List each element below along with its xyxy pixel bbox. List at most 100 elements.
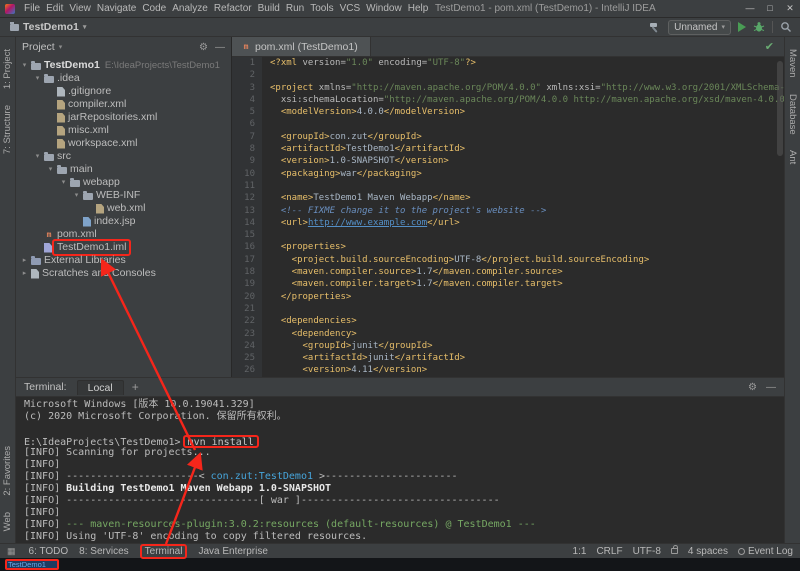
status-utf-8[interactable]: UTF-8 [633, 546, 661, 557]
tree-item-testdemo1-iml[interactable]: TestDemo1.iml [16, 241, 231, 254]
line-number: 26 [232, 364, 262, 376]
tree-item-external-libraries[interactable]: ▸External Libraries [16, 254, 231, 267]
tree-label: WEB-INF [96, 189, 140, 202]
menu-window[interactable]: Window [363, 3, 405, 14]
tree-item-web-xml[interactable]: web.xml [16, 202, 231, 215]
maven-file-icon [44, 230, 54, 240]
menu-view[interactable]: View [66, 3, 94, 14]
new-terminal-session-button[interactable]: + [132, 380, 139, 394]
status-6-todo[interactable]: 6: TODO [29, 546, 69, 557]
status-8-services[interactable]: 8: Services [79, 546, 128, 557]
line-number: 6 [232, 118, 262, 130]
project-tree[interactable]: ▾TestDemo1E:\IdeaProjects\TestDemo1▾.ide… [16, 57, 231, 377]
tree-item-main[interactable]: ▾main [16, 163, 231, 176]
run-button[interactable] [738, 22, 746, 32]
tree-item-idea[interactable]: ▾.idea [16, 72, 231, 85]
line-number: 15 [232, 229, 262, 241]
settings-gear-icon[interactable]: ⚙ [748, 382, 757, 393]
window-minimize-button[interactable]: — [740, 0, 760, 17]
code-line: 23 <dependency> [232, 328, 784, 340]
status-java-enterprise[interactable]: Java Enterprise [198, 546, 267, 557]
menu-refactor[interactable]: Refactor [211, 3, 255, 14]
window-close-button[interactable]: ✕ [780, 0, 800, 17]
tree-item-testdemo1[interactable]: ▾TestDemo1E:\IdeaProjects\TestDemo1 [16, 59, 231, 72]
toolbar-divider [772, 21, 773, 33]
menu-analyze[interactable]: Analyze [169, 3, 211, 14]
tree-item-misc-xml[interactable]: misc.xml [16, 124, 231, 137]
window-maximize-button[interactable]: □ [760, 0, 780, 17]
project-tool-window: Project ▾ ⚙ — ▾TestDemo1E:\IdeaProjects\… [16, 37, 232, 377]
tool-window-switcher-icon[interactable]: ▦ [7, 546, 16, 557]
xml-file-icon [57, 113, 65, 123]
menu-help[interactable]: Help [405, 3, 432, 14]
window-title: TestDemo1 - pom.xml (TestDemo1) - Intell… [435, 3, 656, 14]
tool-tab-maven[interactable]: Maven [787, 49, 798, 78]
editor-tab-pom-xml[interactable]: pom.xml (TestDemo1) [232, 37, 371, 56]
tree-item-webapp[interactable]: ▾webapp [16, 176, 231, 189]
line-number: 7 [232, 131, 262, 143]
menu-vcs[interactable]: VCS [337, 3, 364, 14]
tree-path: E:\IdeaProjects\TestDemo1 [105, 59, 220, 72]
tree-item-compiler-xml[interactable]: compiler.xml [16, 98, 231, 111]
status-indent[interactable]: 4 spaces [688, 546, 728, 557]
tool-tab-ant[interactable]: Ant [787, 150, 798, 164]
settings-gear-icon[interactable]: ⚙ [199, 42, 208, 53]
tree-item-workspace-xml[interactable]: workspace.xml [16, 137, 231, 150]
folder-icon [44, 76, 54, 83]
tree-item-index-jsp[interactable]: index.jsp [16, 215, 231, 228]
chevron-icon: ▾ [33, 150, 42, 163]
menu-file[interactable]: File [21, 3, 43, 14]
status-bar: ▦ 6: TODO 8: Services Terminal Java Enterpr… [0, 543, 800, 558]
tree-item-gitignore[interactable]: .gitignore [16, 85, 231, 98]
menu-build[interactable]: Build [255, 3, 283, 14]
menu-edit[interactable]: Edit [43, 3, 66, 14]
run-config-select[interactable]: Unnamed ▾ [668, 20, 731, 35]
menu-code[interactable]: Code [139, 3, 169, 14]
project-folder-icon [10, 24, 19, 31]
search-everywhere-icon[interactable] [780, 21, 792, 33]
tree-item-scratches-and-consoles[interactable]: ▸Scratches and Consoles [16, 267, 231, 280]
navigation-breadcrumb[interactable]: TestDemo1 ▾ [10, 21, 86, 33]
breadcrumb-label: TestDemo1 [23, 21, 79, 33]
status-bar-right: 1:1 CRLF UTF-8 4 spaces Event Log [573, 546, 793, 557]
status-1-1[interactable]: 1:1 [573, 546, 587, 557]
iml-file-icon [44, 243, 52, 253]
debug-bug-icon[interactable] [753, 21, 765, 33]
code-editor[interactable]: 1<?xml version="1.0" encoding="UTF-8"?>2… [232, 57, 784, 377]
status-right-items: 1:1 CRLF UTF-8 [573, 546, 661, 557]
idea-logo-icon [5, 4, 15, 14]
tool-tab-1-project[interactable]: 1: Project [2, 49, 13, 89]
xml-file-icon [57, 126, 65, 136]
minimize-panel-icon[interactable]: — [766, 382, 776, 393]
tool-tab-web[interactable]: Web [2, 512, 13, 531]
status-crlf[interactable]: CRLF [596, 546, 622, 557]
event-log-button[interactable]: Event Log [738, 546, 793, 557]
lock-icon[interactable] [671, 548, 678, 554]
tool-tab-database[interactable]: Database [787, 94, 798, 135]
chevron-icon: ▾ [72, 189, 81, 202]
menu-bar: FileEditViewNavigateCodeAnalyzeRefactorB… [21, 3, 431, 14]
build-hammer-icon[interactable] [648, 21, 661, 34]
project-panel-title[interactable]: Project [22, 41, 55, 53]
terminal-tab-local[interactable]: Local [77, 380, 124, 395]
tree-label: .idea [57, 72, 80, 85]
tree-item-web-inf[interactable]: ▾ WEB-INF [16, 189, 231, 202]
tool-tab-7-structure[interactable]: 7: Structure [2, 105, 13, 154]
taskbar-item-annotated[interactable]: TestDemo1 [5, 559, 59, 570]
left-bottom-tabs: 2: Favorites Web [2, 438, 13, 539]
status-terminal[interactable]: Terminal [140, 544, 188, 559]
terminal-output[interactable]: Microsoft Windows [版本 10.0.19041.329](c)… [16, 397, 784, 543]
line-number: 23 [232, 328, 262, 340]
tree-item-src[interactable]: ▾src [16, 150, 231, 163]
tool-tab-2-favorites[interactable]: 2: Favorites [2, 446, 13, 496]
editor-scrollbar[interactable] [777, 61, 783, 156]
menu-navigate[interactable]: Navigate [94, 3, 139, 14]
menu-run[interactable]: Run [283, 3, 307, 14]
menu-tools[interactable]: Tools [307, 3, 336, 14]
code-line: 9 <version>1.0-SNAPSHOT</version> [232, 155, 784, 167]
chevron-down-icon: ▾ [59, 43, 63, 51]
inspections-ok-icon[interactable]: ✔ [765, 40, 784, 53]
tree-item-jarrepositories-xml[interactable]: jarRepositories.xml [16, 111, 231, 124]
xml-file-icon [57, 100, 65, 110]
hide-panel-icon[interactable]: — [215, 42, 225, 53]
